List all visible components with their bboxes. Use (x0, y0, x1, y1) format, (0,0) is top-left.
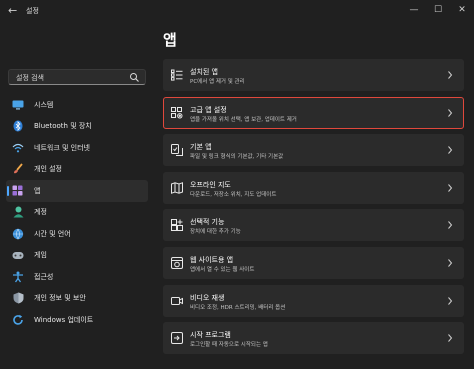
card-title: 웹 사이트용 앱 (190, 255, 234, 264)
close-icon[interactable]: ✕ (455, 3, 469, 17)
shield-icon (12, 292, 24, 304)
startup-icon (171, 332, 183, 345)
card-video-playback[interactable]: 비디오 재생 비디오 조정, HDR 스트리밍, 배터리 옵션 (163, 284, 464, 317)
card-subtitle: 비디오 조정, HDR 스트리밍, 배터리 옵션 (190, 304, 286, 311)
sidebar-item-label: Bluetooth 및 장치 (34, 122, 92, 131)
default-apps-icon (171, 144, 183, 157)
settings-card-list: 설치된 앱 PC에서 앱 제거 및 관리 고급 앱 설정 앱을 가져올 위치 선… (163, 59, 464, 360)
sidebar-item-label: 개인 정보 및 보안 (34, 294, 86, 303)
card-subtitle: 로그인할 때 자동으로 시작되는 앱 (190, 342, 268, 349)
sidebar-item-system[interactable]: 시스템 (6, 94, 148, 116)
sidebar-item-label: 게임 (34, 251, 47, 260)
sidebar-item-label: 개인 설정 (34, 165, 62, 174)
card-title: 고급 앱 설정 (190, 105, 227, 114)
video-icon (171, 295, 183, 307)
card-installed-apps[interactable]: 설치된 앱 PC에서 앱 제거 및 관리 (163, 59, 464, 91)
gamepad-icon (12, 249, 24, 261)
minimize-icon[interactable]: — (407, 3, 421, 17)
accessibility-icon (12, 271, 24, 283)
card-subtitle: PC에서 앱 제거 및 관리 (190, 79, 245, 85)
sidebar-item-label: 앱 (34, 186, 41, 195)
chevron-right-icon (446, 70, 454, 80)
card-subtitle: 앱에서 열 수 있는 웹 사이트 (190, 266, 255, 273)
globe-clock-icon (12, 228, 24, 240)
window-title: 설정 (26, 7, 39, 15)
card-subtitle: 앱을 가져올 위치 선택, 앱 보관, 업데이트 제거 (190, 116, 297, 123)
sidebar-item-accessibility[interactable]: 접근성 (6, 266, 148, 288)
wifi-icon (12, 142, 24, 154)
card-apps-for-websites[interactable]: 웹 사이트용 앱 앱에서 열 수 있는 웹 사이트 (163, 246, 464, 279)
sidebar-nav: 시스템 Bluetooth 및 장치 네트워크 및 인터넷 개인 설정 앱 계정… (6, 94, 148, 331)
sidebar-item-network[interactable]: 네트워크 및 인터넷 (6, 137, 148, 159)
apps-icon (12, 185, 24, 197)
card-title: 설치된 앱 (190, 68, 218, 76)
title-bar: ← 설정 — ☐ ✕ (0, 0, 474, 24)
sidebar-item-label: 시간 및 언어 (34, 229, 71, 238)
search-input[interactable]: 설정 검색 (8, 69, 146, 85)
card-default-apps[interactable]: 기본 앱 파일 및 링크 형식의 기본값, 기타 기본값 (163, 134, 464, 167)
page-title: 앱 (163, 31, 177, 49)
sidebar-item-label: 시스템 (34, 100, 54, 109)
chevron-right-icon (446, 258, 454, 268)
sidebar-item-gaming[interactable]: 게임 (6, 245, 148, 267)
bluetooth-icon (12, 120, 24, 132)
update-icon (12, 314, 24, 326)
card-title: 선택적 기능 (190, 218, 225, 227)
sidebar-item-time-language[interactable]: 시간 및 언어 (6, 223, 148, 245)
chevron-right-icon (446, 183, 454, 193)
chevron-right-icon (446, 220, 454, 230)
back-arrow-icon[interactable]: ← (8, 4, 17, 17)
sidebar-item-apps[interactable]: 앱 (6, 180, 148, 202)
sidebar-item-label: 접근성 (34, 272, 54, 281)
card-subtitle: 장치에 대한 추가 기능 (190, 229, 241, 236)
sidebar-item-accounts[interactable]: 계정 (6, 202, 148, 224)
chevron-right-icon (446, 333, 454, 343)
advanced-apps-icon (171, 106, 183, 119)
card-subtitle: 파일 및 링크 형식의 기본값, 기타 기본값 (190, 154, 284, 161)
sidebar-item-windows-update[interactable]: Windows 업데이트 (6, 309, 148, 331)
sidebar-item-label: 계정 (34, 208, 47, 217)
sidebar-item-personalization[interactable]: 개인 설정 (6, 159, 148, 181)
installed-apps-icon (171, 69, 183, 81)
brush-icon (12, 163, 24, 175)
card-title: 시작 프로그램 (190, 331, 231, 340)
chevron-right-icon (446, 145, 454, 155)
web-apps-icon (171, 256, 183, 269)
sidebar-item-label: Windows 업데이트 (34, 315, 94, 324)
sidebar-item-bluetooth[interactable]: Bluetooth 및 장치 (6, 116, 148, 138)
card-subtitle: 다운로드, 저장소 위치, 지도 업데이트 (190, 191, 277, 198)
monitor-icon (12, 99, 24, 111)
card-optional-features[interactable]: 선택적 기능 장치에 대한 추가 기능 (163, 209, 464, 242)
sidebar-item-privacy[interactable]: 개인 정보 및 보안 (6, 288, 148, 310)
card-offline-maps[interactable]: 오프라인 지도 다운로드, 저장소 위치, 지도 업데이트 (163, 171, 464, 204)
card-title: 오프라인 지도 (190, 180, 231, 189)
card-title: 비디오 재생 (190, 293, 225, 302)
optional-features-icon (171, 219, 183, 232)
card-startup[interactable]: 시작 프로그램 로그인할 때 자동으로 시작되는 앱 (163, 322, 464, 355)
card-advanced-app-settings[interactable]: 고급 앱 설정 앱을 가져올 위치 선택, 앱 보관, 업데이트 제거 (163, 96, 464, 129)
chevron-right-icon (446, 108, 454, 118)
card-title: 기본 앱 (190, 143, 212, 152)
search-input-text: 설정 검색 (16, 74, 44, 82)
sidebar-item-label: 네트워크 및 인터넷 (34, 143, 90, 152)
chevron-right-icon (446, 296, 454, 306)
account-icon (12, 206, 24, 218)
search-icon[interactable] (129, 72, 140, 83)
maximize-icon[interactable]: ☐ (431, 3, 445, 17)
map-icon (171, 181, 183, 194)
